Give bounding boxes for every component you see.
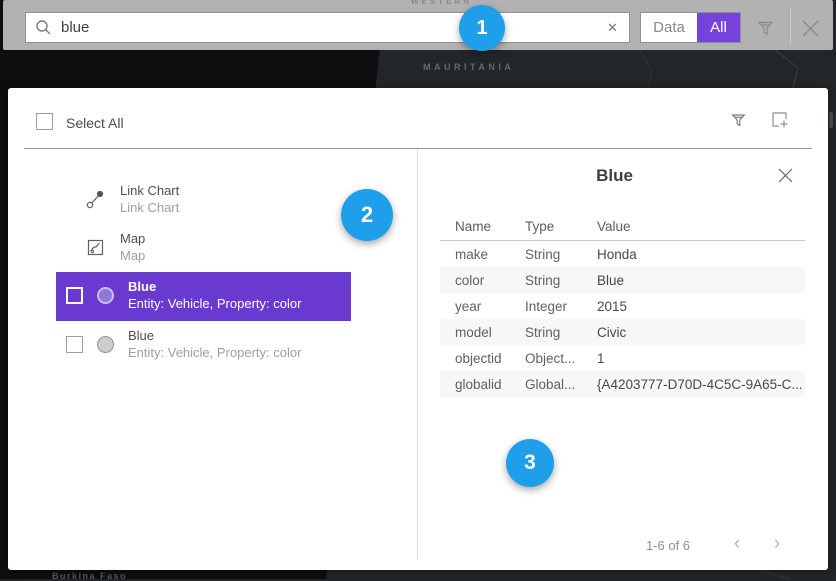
attr-name: objectid	[455, 351, 502, 366]
table-row: color String Blue	[440, 267, 805, 293]
attr-name: globalid	[455, 377, 502, 392]
callout-badge-3: 3	[506, 439, 554, 487]
callout-number: 3	[524, 451, 536, 475]
attr-name: make	[455, 247, 488, 262]
result-subtitle: Entity: Vehicle, Property: color	[128, 344, 301, 361]
attr-value: 1	[597, 351, 605, 366]
search-icon	[35, 19, 52, 36]
column-header-value: Value	[597, 219, 631, 234]
attr-name: color	[455, 273, 484, 288]
link-chart-icon	[86, 190, 105, 209]
select-all-checkbox[interactable]	[36, 113, 53, 130]
attr-value: Honda	[597, 247, 637, 262]
result-item-map[interactable]: Map Map	[56, 224, 351, 272]
column-header-type: Type	[525, 219, 554, 234]
callout-badge-2: 2	[341, 189, 393, 241]
results-filter-icon[interactable]	[730, 111, 747, 128]
attr-type: Global...	[525, 377, 575, 392]
pagination-next-button[interactable]: ›	[767, 532, 787, 556]
search-toolbar: WESTERN ✕ Data All	[3, 0, 833, 50]
callout-badge-1: 1	[459, 5, 505, 51]
select-all-label: Select All	[66, 115, 124, 131]
map-label-western-sahara: WESTERN	[411, 0, 472, 6]
column-header-name: Name	[455, 219, 491, 234]
result-item-blue[interactable]: Blue Entity: Vehicle, Property: color	[56, 321, 351, 369]
result-title: Blue	[128, 278, 156, 295]
result-subtitle: Map	[120, 247, 145, 264]
attr-type: String	[525, 273, 560, 288]
attr-value: {A4203777-D70D-4C5C-9A65-C...	[597, 377, 802, 392]
header-divider	[24, 148, 812, 149]
toolbar-divider	[790, 7, 791, 44]
pagination-label: 1-6 of 6	[608, 538, 728, 553]
attr-name: model	[455, 325, 492, 340]
result-subtitle: Entity: Vehicle, Property: color	[128, 295, 301, 312]
attr-value: 2015	[597, 299, 627, 314]
list-detail-divider	[417, 149, 418, 560]
search-input[interactable]	[52, 13, 596, 42]
table-row: model String Civic	[440, 319, 805, 345]
attr-type: String	[525, 247, 560, 262]
entity-circle-icon	[97, 336, 114, 353]
pagination-prev-button[interactable]: ‹	[727, 532, 747, 556]
attr-value: Blue	[597, 273, 624, 288]
map-icon	[86, 238, 105, 257]
map-label-burkina-faso: Burkina Faso	[52, 571, 127, 581]
result-checkbox[interactable]	[66, 287, 83, 304]
callout-number: 2	[361, 202, 373, 228]
clear-search-button[interactable]: ✕	[596, 12, 630, 43]
scope-option-all[interactable]: All	[697, 13, 740, 42]
result-title: Map	[120, 230, 145, 247]
detail-close-icon[interactable]	[777, 167, 794, 184]
close-search-icon[interactable]	[801, 19, 820, 38]
attr-value: Civic	[597, 325, 626, 340]
attr-name: year	[455, 299, 481, 314]
filter-icon[interactable]	[756, 18, 775, 37]
map-label-mauritania: MAURITANIA	[423, 62, 514, 72]
map-scrollbar-nub[interactable]	[829, 112, 833, 128]
result-title: Link Chart	[120, 182, 179, 199]
entity-circle-icon	[97, 287, 114, 304]
search-results-screen: { "map": { "label_top": "WESTERN", "labe…	[0, 0, 836, 579]
callout-number: 1	[476, 17, 487, 40]
result-subtitle: Link Chart	[120, 199, 179, 216]
table-row: globalid Global... {A4203777-D70D-4C5C-9…	[440, 371, 805, 397]
table-row: objectid Object... 1	[440, 345, 805, 371]
result-title: Blue	[128, 327, 154, 344]
result-item-blue-selected[interactable]: Blue Entity: Vehicle, Property: color	[56, 272, 351, 321]
scope-toggle: Data All	[640, 12, 741, 43]
table-row: make String Honda	[440, 241, 805, 267]
results-panel: Select All Link Chart Link Chart Map Map…	[8, 88, 828, 570]
scope-option-data[interactable]: Data	[641, 13, 697, 42]
attribute-table: make String Honda color String Blue year…	[440, 241, 805, 397]
search-box	[25, 12, 597, 43]
attr-type: String	[525, 325, 560, 340]
add-to-selection-icon[interactable]	[770, 110, 789, 129]
detail-title: Blue	[417, 166, 812, 186]
attr-type: Object...	[525, 351, 575, 366]
clear-x-icon: ✕	[607, 20, 618, 36]
result-checkbox[interactable]	[66, 336, 83, 353]
attr-type: Integer	[525, 299, 567, 314]
result-item-link-chart[interactable]: Link Chart Link Chart	[56, 176, 351, 224]
table-row: year Integer 2015	[440, 293, 805, 319]
